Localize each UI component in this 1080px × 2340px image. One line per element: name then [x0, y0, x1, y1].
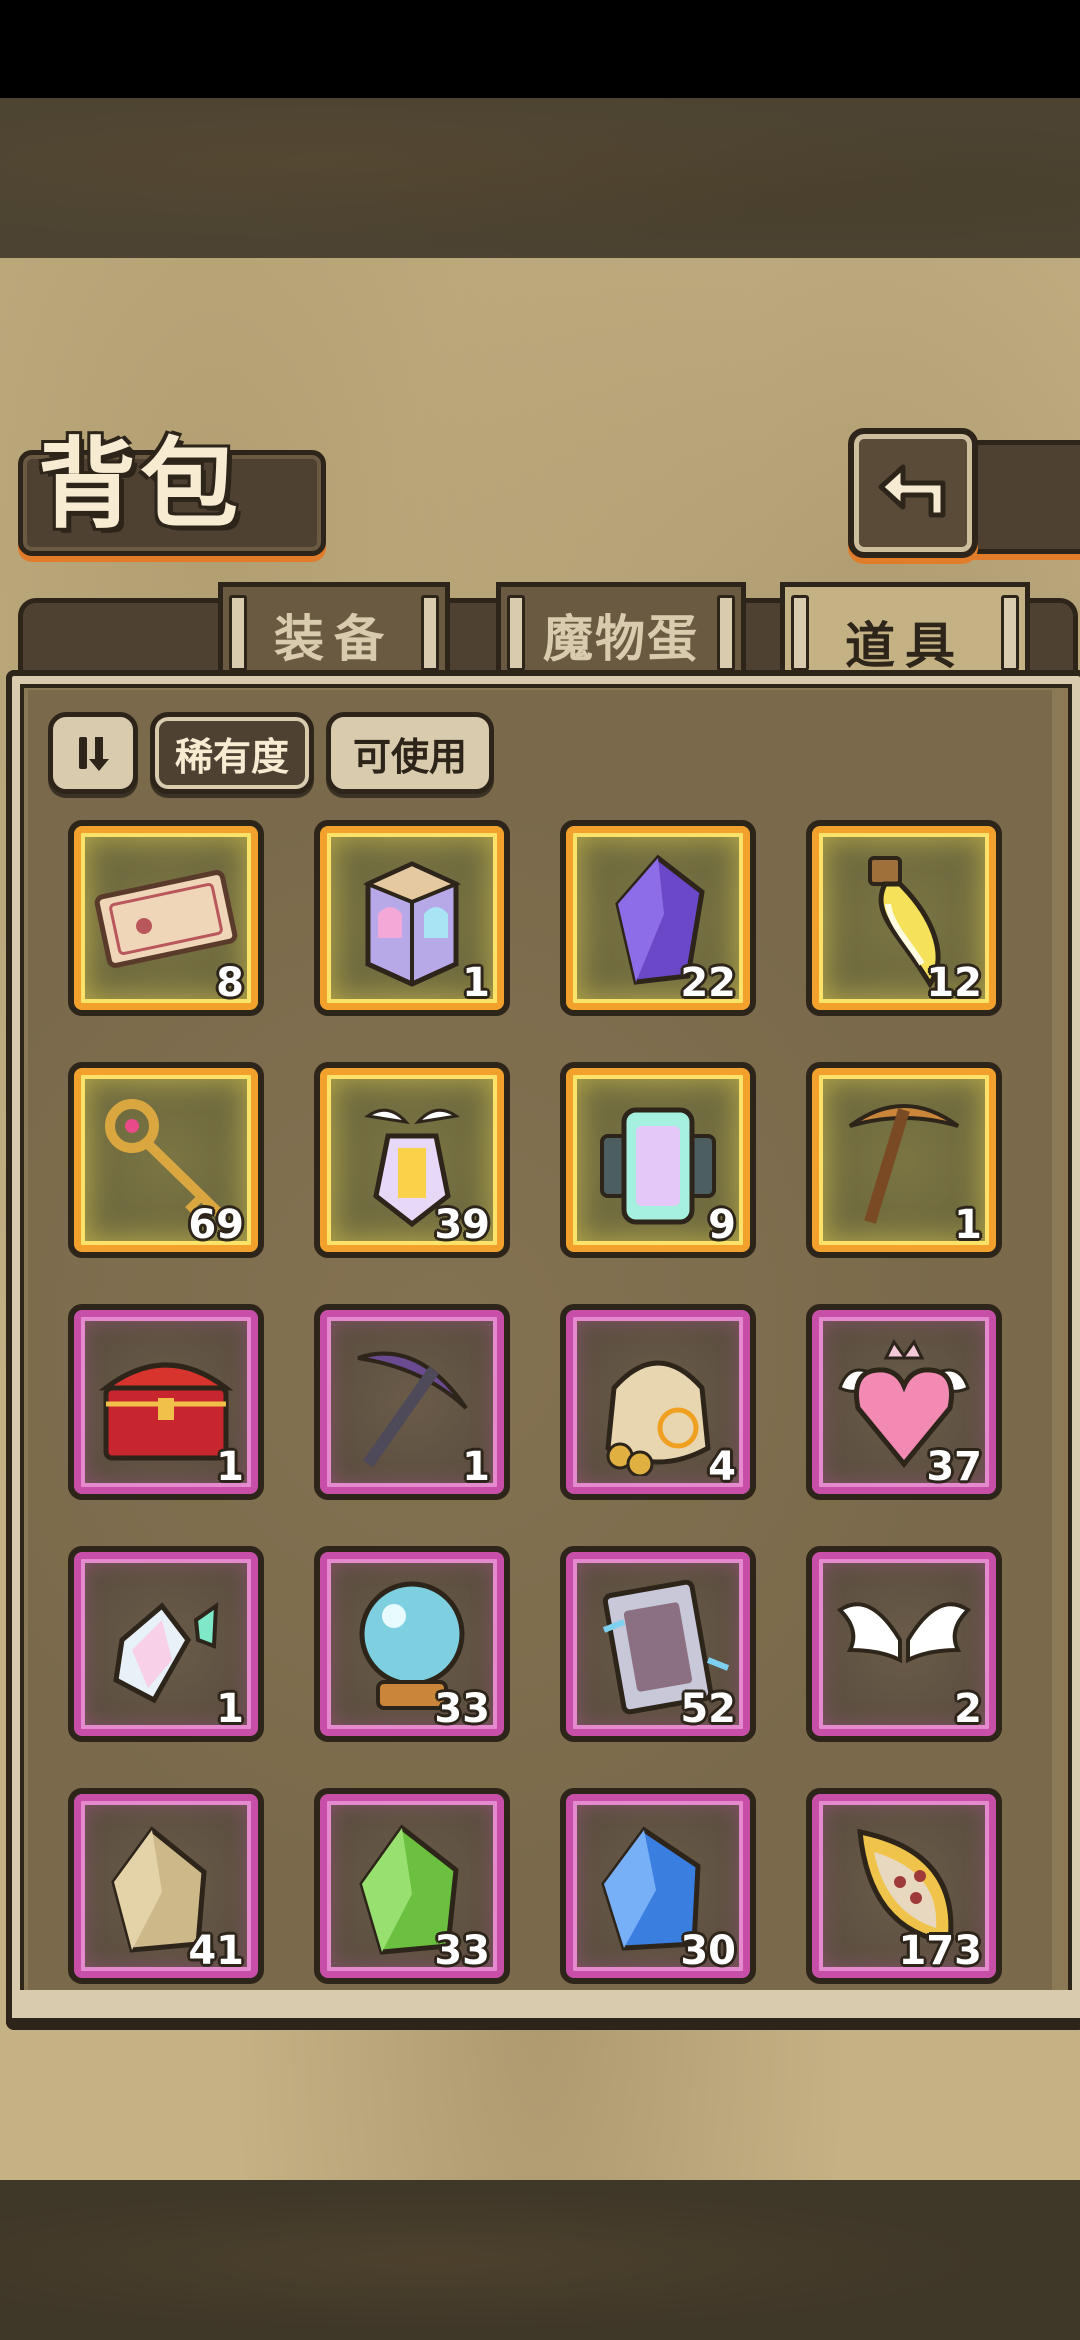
map-background-top — [0, 98, 1080, 264]
page-title: 背包 — [38, 428, 243, 542]
inventory-slot[interactable]: 1 — [314, 820, 510, 1016]
back-arrow-icon — [878, 464, 946, 518]
item-count: 33 — [434, 1686, 490, 1732]
item-count: 1 — [954, 1202, 982, 1248]
inventory-slot[interactable]: 69 — [68, 1062, 264, 1258]
item-count: 2 — [954, 1686, 982, 1732]
inventory-slot[interactable]: 41 — [68, 1788, 264, 1984]
tab-label: 装备 — [274, 610, 394, 668]
item-count: 33 — [434, 1928, 490, 1974]
tab-label: 道具 — [845, 617, 965, 675]
inventory-slot[interactable]: 30 — [560, 1788, 756, 1984]
item-count: 52 — [680, 1686, 736, 1732]
item-count: 1 — [216, 1686, 244, 1732]
status-bar — [0, 0, 1080, 98]
tab-label: 魔物蛋 — [543, 610, 699, 668]
item-count: 22 — [680, 960, 736, 1006]
inventory-slot[interactable]: 1 — [806, 1062, 1002, 1258]
inventory-slot[interactable]: 33 — [314, 1546, 510, 1742]
inventory-slot[interactable]: 1 — [68, 1304, 264, 1500]
back-button[interactable] — [848, 428, 978, 558]
item-count: 1 — [462, 960, 490, 1006]
sort-toggle-button[interactable] — [48, 712, 138, 794]
tab-equipment[interactable]: 装备 — [218, 582, 450, 683]
item-count: 8 — [216, 960, 244, 1006]
inventory-slot[interactable]: 1 — [314, 1304, 510, 1500]
item-count: 12 — [926, 960, 982, 1006]
map-background-bottom — [0, 2180, 1080, 2340]
tab-monster-eggs[interactable]: 魔物蛋 — [496, 582, 746, 683]
item-count: 30 — [680, 1928, 736, 1974]
panel-footer — [6, 1990, 1080, 2024]
item-count: 1 — [462, 1444, 490, 1490]
item-count: 173 — [898, 1928, 983, 1974]
inventory-slot[interactable]: 4 — [560, 1304, 756, 1500]
inventory-slot[interactable]: 9 — [560, 1062, 756, 1258]
inventory-slot[interactable]: 1 — [68, 1546, 264, 1742]
inventory-slot[interactable]: 37 — [806, 1304, 1002, 1500]
rarity-filter-button[interactable]: 稀有度 — [150, 712, 314, 794]
inventory-slot[interactable]: 173 — [806, 1788, 1002, 1984]
inventory-slot[interactable]: 52 — [560, 1546, 756, 1742]
sort-icon — [79, 737, 109, 771]
item-count: 41 — [188, 1928, 244, 1974]
item-count: 37 — [926, 1444, 982, 1490]
inventory-slot[interactable]: 39 — [314, 1062, 510, 1258]
usable-filter-button[interactable]: 可使用 — [326, 712, 494, 794]
inventory-slot[interactable]: 12 — [806, 820, 1002, 1016]
inventory-slot[interactable]: 33 — [314, 1788, 510, 1984]
item-count: 69 — [188, 1202, 244, 1248]
item-count: 39 — [434, 1202, 490, 1248]
inventory-slot[interactable]: 2 — [806, 1546, 1002, 1742]
inventory-slot[interactable]: 22 — [560, 820, 756, 1016]
item-count: 9 — [708, 1202, 736, 1248]
inventory-slot[interactable]: 8 — [68, 820, 264, 1016]
item-count: 1 — [216, 1444, 244, 1490]
item-count: 4 — [708, 1444, 736, 1490]
